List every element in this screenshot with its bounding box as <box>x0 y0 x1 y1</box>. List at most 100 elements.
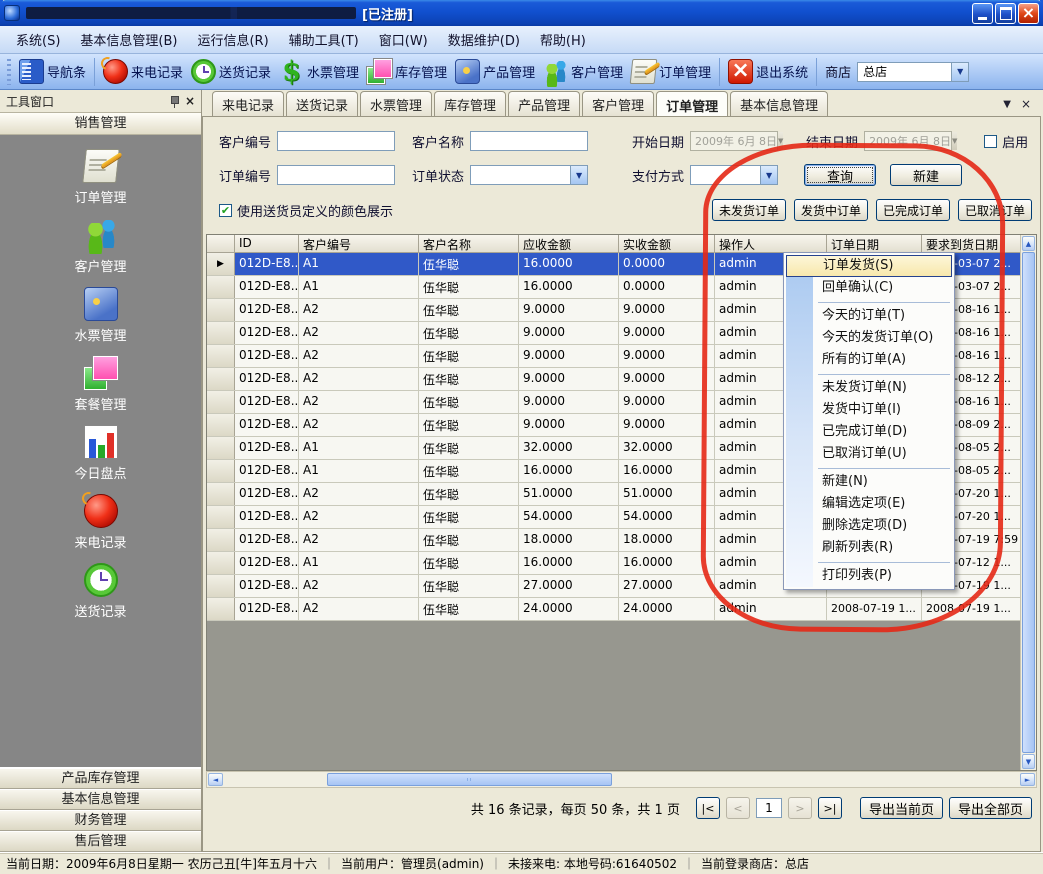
tab[interactable]: 基本信息管理 <box>730 91 828 116</box>
sidebar-panel-bar[interactable]: 基本信息管理 <box>0 789 201 810</box>
sidebar-item[interactable]: 送货记录 <box>0 563 201 620</box>
toolbar-grip[interactable] <box>7 59 11 85</box>
customer-name-input[interactable] <box>470 131 588 151</box>
context-menu-item[interactable]: 今天的订单(T) <box>786 305 952 327</box>
horizontal-scrollbar[interactable]: ◄ ► <box>206 771 1037 788</box>
toolbar-button[interactable]: 送货记录 <box>187 57 275 86</box>
sidebar-panel-bar[interactable]: 售后管理 <box>0 831 201 852</box>
toolbar-button[interactable]: 库存管理 <box>363 57 451 86</box>
tab[interactable]: 送货记录 <box>286 91 358 116</box>
context-menu-item[interactable]: 订单发货(S) <box>786 255 952 277</box>
sidebar-panel-bar[interactable]: 财务管理 <box>0 810 201 831</box>
start-date-picker[interactable]: 2009年 6月 8日 <box>690 131 778 151</box>
chevron-down-icon[interactable]: ▼ <box>1003 99 1011 110</box>
context-menu-item[interactable]: 回单确认(C) <box>786 277 952 299</box>
toolbar-button[interactable]: 客户管理 <box>539 57 627 86</box>
context-menu-item[interactable]: 删除选定项(D) <box>786 515 952 537</box>
column-header[interactable]: 操作人 <box>715 235 827 253</box>
menubar-item[interactable]: 辅助工具(T) <box>281 27 367 52</box>
end-date-picker[interactable]: 2009年 6月 8日 <box>864 131 952 151</box>
order-status-filter-button[interactable]: 未发货订单 <box>712 199 786 221</box>
context-menu-item[interactable]: 已完成订单(D) <box>786 421 952 443</box>
pin-icon[interactable] <box>169 95 179 108</box>
query-button[interactable]: 查询 <box>804 164 876 186</box>
column-header[interactable]: ID <box>235 235 299 253</box>
column-header[interactable]: 订单日期 <box>827 235 922 253</box>
row-selector[interactable] <box>207 322 235 344</box>
toolbar-button[interactable]: 来电记录 <box>99 57 187 86</box>
menubar-item[interactable]: 运行信息(R) <box>189 27 276 52</box>
new-button[interactable]: 新建 <box>890 164 962 186</box>
row-selector[interactable] <box>207 460 235 482</box>
context-menu-item[interactable]: 发货中订单(I) <box>786 399 952 421</box>
column-header[interactable] <box>207 235 235 253</box>
page-number-input[interactable]: 1 <box>756 798 782 818</box>
menubar-item[interactable]: 帮助(H) <box>532 27 594 52</box>
tab[interactable]: 水票管理 <box>360 91 432 116</box>
shop-combobox[interactable]: 总店 <box>857 62 969 82</box>
row-selector[interactable] <box>207 506 235 528</box>
close-button[interactable] <box>1018 3 1039 24</box>
column-header[interactable]: 要求到货日期 <box>922 235 1020 253</box>
toolbar-button[interactable] <box>816 58 817 86</box>
chevron-down-icon[interactable] <box>570 166 587 184</box>
column-header[interactable]: 客户名称 <box>419 235 519 253</box>
context-menu-item[interactable]: 所有的订单(A) <box>786 349 952 371</box>
chevron-down-icon[interactable] <box>760 166 777 184</box>
chevron-down-icon[interactable] <box>777 132 783 150</box>
toolbar-button[interactable]: 导航条 <box>15 57 90 86</box>
toolbar-button[interactable] <box>719 58 720 86</box>
context-menu-item[interactable]: 编辑选定项(E) <box>786 493 952 515</box>
export-all-pages-button[interactable]: 导出全部页 <box>949 797 1032 819</box>
menubar-item[interactable]: 系统(S) <box>8 27 68 52</box>
row-selector[interactable] <box>207 529 235 551</box>
toolbar-button[interactable]: 水票管理 <box>275 57 363 86</box>
close-icon[interactable]: × <box>1021 97 1031 111</box>
tab[interactable]: 客户管理 <box>582 91 654 116</box>
enable-checkbox[interactable] <box>984 135 997 148</box>
horizontal-scrollbar-thumb[interactable] <box>327 773 612 786</box>
toolbar-button[interactable]: 退出系统 <box>724 57 812 86</box>
sidebar-item[interactable]: 订单管理 <box>0 149 201 206</box>
customer-no-input[interactable] <box>277 131 395 151</box>
context-menu-item[interactable]: 已取消订单(U) <box>786 443 952 465</box>
menubar-item[interactable]: 窗口(W) <box>371 27 436 52</box>
scroll-up-icon[interactable]: ▲ <box>1022 236 1035 251</box>
row-selector[interactable] <box>207 276 235 298</box>
last-page-button[interactable]: >| <box>818 797 842 819</box>
chevron-down-icon[interactable] <box>951 63 968 81</box>
menubar-item[interactable]: 数据维护(D) <box>440 27 528 52</box>
order-no-input[interactable] <box>277 165 395 185</box>
column-header[interactable]: 实收金额 <box>619 235 715 253</box>
row-selector[interactable] <box>207 368 235 390</box>
tab[interactable]: 产品管理 <box>508 91 580 116</box>
vertical-scrollbar[interactable]: ▲ ▼ <box>1020 235 1036 770</box>
toolbar-button[interactable] <box>94 58 95 86</box>
sidebar-panel-bar[interactable]: 产品库存管理 <box>0 768 201 789</box>
scroll-right-icon[interactable]: ► <box>1020 773 1035 786</box>
scroll-down-icon[interactable]: ▼ <box>1022 754 1035 769</box>
prev-page-button[interactable]: < <box>726 797 750 819</box>
order-status-combobox[interactable] <box>470 165 588 185</box>
column-header[interactable]: 应收金额 <box>519 235 619 253</box>
next-page-button[interactable]: > <box>788 797 812 819</box>
row-selector[interactable]: ▶ <box>207 253 235 275</box>
order-status-filter-button[interactable]: 发货中订单 <box>794 199 868 221</box>
sidebar-item[interactable]: 套餐管理 <box>0 356 201 413</box>
sidebar-item[interactable]: 今日盘点 <box>0 425 201 482</box>
table-row[interactable]: 012D-E8... A2 伍华聪 24.0000 24.0000 admin … <box>207 598 1020 621</box>
tab[interactable]: 来电记录 <box>212 91 284 116</box>
export-current-page-button[interactable]: 导出当前页 <box>860 797 943 819</box>
sidebar-item[interactable]: 客户管理 <box>0 218 201 275</box>
sidebar-item[interactable]: 水票管理 <box>0 287 201 344</box>
sidebar-item[interactable]: 来电记录 <box>0 494 201 551</box>
color-checkbox[interactable] <box>219 204 232 217</box>
row-selector[interactable] <box>207 299 235 321</box>
pay-method-combobox[interactable] <box>690 165 778 185</box>
minimize-button[interactable] <box>972 3 993 24</box>
row-selector[interactable] <box>207 414 235 436</box>
close-icon[interactable]: × <box>185 94 195 108</box>
row-selector[interactable] <box>207 345 235 367</box>
scroll-left-icon[interactable]: ◄ <box>208 773 223 786</box>
order-status-filter-button[interactable]: 已取消订单 <box>958 199 1032 221</box>
